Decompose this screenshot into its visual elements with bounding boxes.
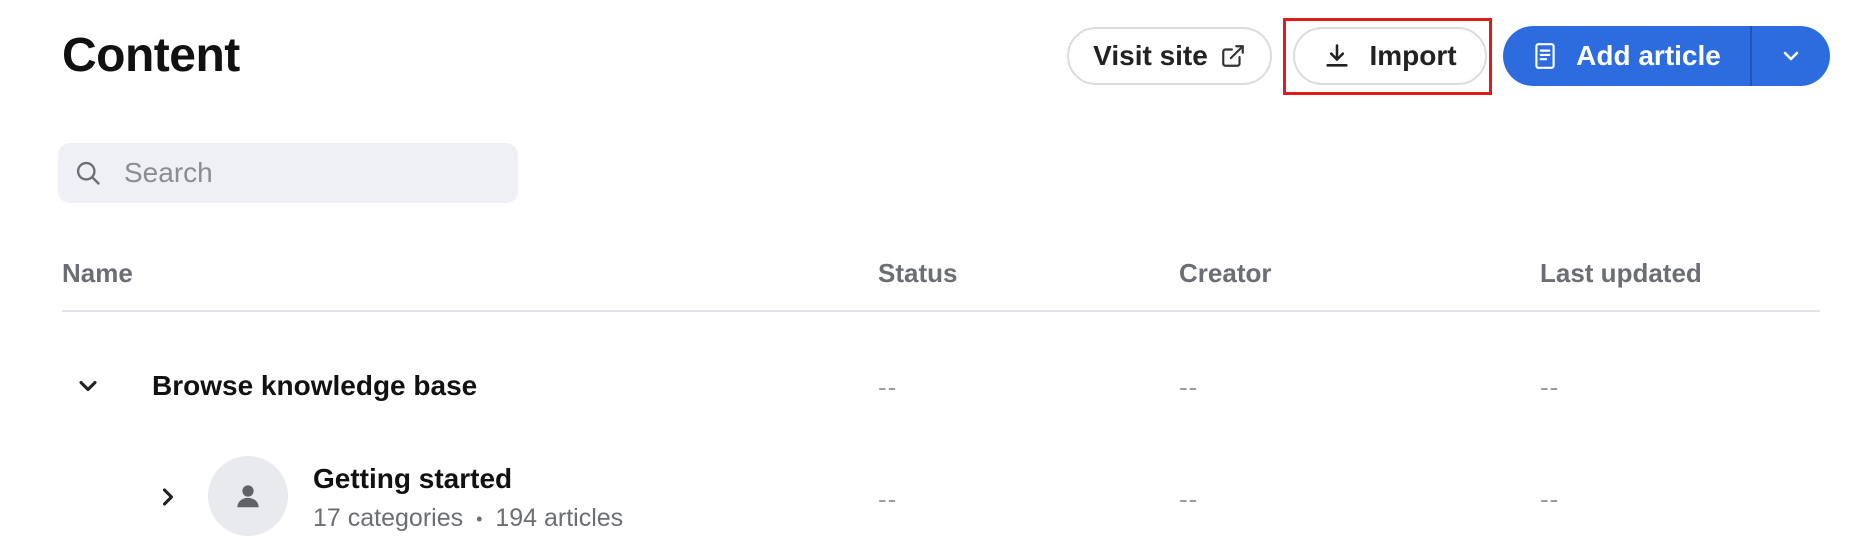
row-name[interactable]: Getting started xyxy=(313,463,512,495)
add-article-split-button: Add article xyxy=(1503,26,1830,86)
header-divider xyxy=(62,310,1820,312)
chevron-down-icon xyxy=(1779,44,1803,68)
chevron-down-icon[interactable] xyxy=(74,372,102,405)
row-subtext: 17 categories • 194 articles xyxy=(313,504,623,533)
column-header-last-updated[interactable]: Last updated xyxy=(1540,258,1702,288)
column-header-creator[interactable]: Creator xyxy=(1179,258,1271,288)
row-last-updated: -- xyxy=(1540,484,1560,514)
add-article-label: Add article xyxy=(1576,40,1721,71)
row-status: -- xyxy=(878,484,898,514)
visit-site-label: Visit site xyxy=(1093,40,1208,71)
avatar xyxy=(208,456,288,536)
import-label: Import xyxy=(1369,40,1457,71)
visit-site-button[interactable]: Visit site xyxy=(1067,27,1272,85)
add-article-button[interactable]: Add article xyxy=(1503,26,1750,86)
chevron-right-icon[interactable] xyxy=(154,483,182,516)
row-name[interactable]: Browse knowledge base xyxy=(152,370,477,402)
search-box xyxy=(58,143,518,203)
person-icon xyxy=(233,481,263,511)
articles-count: 194 articles xyxy=(495,504,624,532)
row-status: -- xyxy=(878,372,898,402)
page-title: Content xyxy=(62,29,240,82)
search-input[interactable] xyxy=(122,156,486,190)
import-button[interactable]: Import xyxy=(1293,27,1487,85)
row-last-updated: -- xyxy=(1540,372,1560,402)
column-header-status[interactable]: Status xyxy=(878,258,957,288)
column-header-name[interactable]: Name xyxy=(62,258,133,288)
search-icon xyxy=(74,159,102,187)
row-creator: -- xyxy=(1179,372,1199,402)
add-article-dropdown-button[interactable] xyxy=(1752,26,1830,86)
row-creator: -- xyxy=(1179,484,1199,514)
categories-count: 17 categories xyxy=(313,504,464,532)
separator-dot: • xyxy=(476,508,483,529)
external-link-icon xyxy=(1220,43,1246,69)
document-icon xyxy=(1532,42,1558,70)
download-icon xyxy=(1323,42,1351,70)
